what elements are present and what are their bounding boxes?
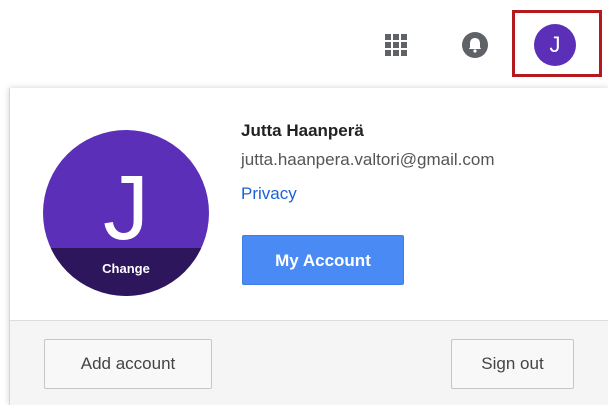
account-popup: J Change Jutta Haanperä jutta.haanpera.v…: [9, 88, 608, 405]
user-name: Jutta Haanperä: [241, 121, 364, 140]
change-photo-button[interactable]: Change: [43, 248, 209, 296]
bell-icon[interactable]: [460, 30, 490, 60]
privacy-link[interactable]: Privacy: [241, 184, 297, 204]
user-email: jutta.haanpera.valtori@gmail.com: [241, 150, 495, 169]
account-avatar-button[interactable]: J: [534, 24, 576, 66]
apps-grid-icon[interactable]: [385, 34, 407, 56]
sign-out-button[interactable]: Sign out: [451, 339, 574, 389]
change-photo-label: Change: [102, 261, 150, 276]
account-info-section: J Change Jutta Haanperä jutta.haanpera.v…: [10, 88, 608, 320]
profile-avatar[interactable]: J Change: [43, 130, 209, 296]
account-actions-footer: Add account Sign out: [10, 320, 608, 405]
add-account-button[interactable]: Add account: [44, 339, 212, 389]
my-account-button[interactable]: My Account: [242, 235, 404, 285]
top-bar: J: [0, 0, 608, 84]
profile-avatar-letter: J: [103, 157, 149, 259]
